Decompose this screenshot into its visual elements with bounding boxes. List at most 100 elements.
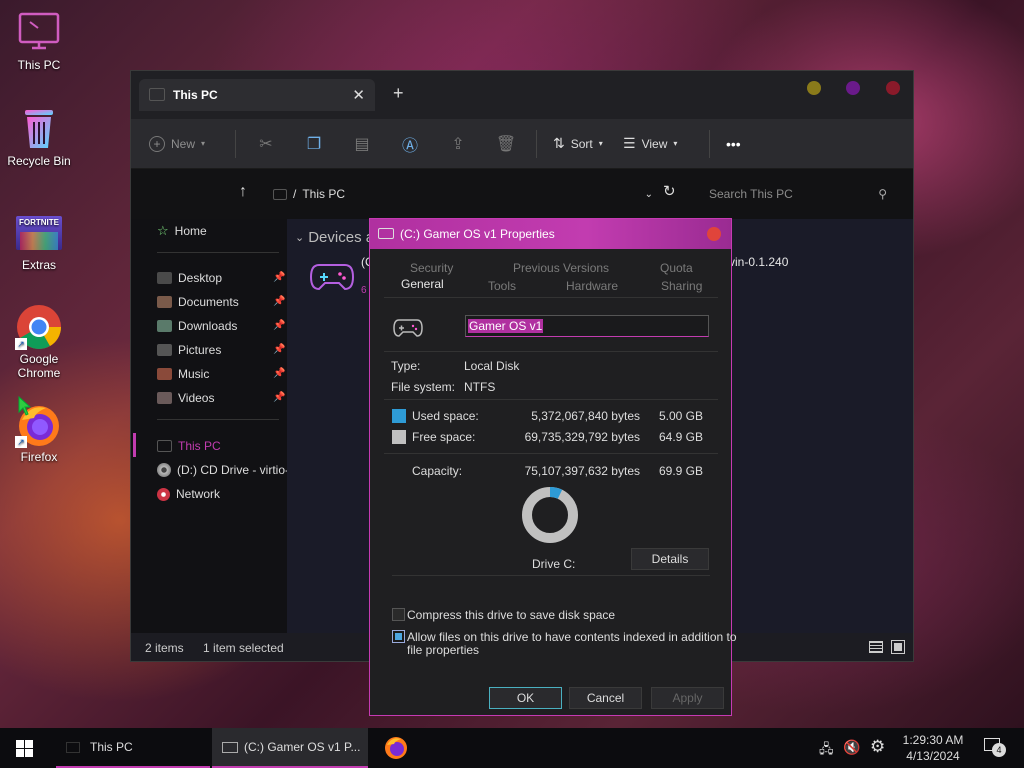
sidebar-item-network[interactable]: Network: [157, 487, 220, 501]
cancel-button[interactable]: Cancel: [569, 687, 642, 709]
ok-button[interactable]: OK: [489, 687, 562, 709]
taskbar-item-properties[interactable]: (C:) Gamer OS v1 P...: [212, 728, 368, 768]
apply-label: Apply: [672, 691, 703, 705]
pin-icon[interactable]: 📌: [273, 344, 285, 355]
sort-button[interactable]: ⇅ Sort ▾: [543, 135, 623, 152]
details-label: Details: [651, 552, 689, 566]
clock-time: 1:29:30 AM: [902, 733, 964, 747]
checkbox-checked-icon: [395, 633, 402, 640]
command-bar: + New ▾ ✂ ❐ ▤ Ⓐ ⇪ 🗑 ⇅ Sort ▾ ☰ View ▾ ••…: [131, 119, 913, 169]
details-view-icon[interactable]: [869, 641, 883, 653]
sidebar-item-videos[interactable]: Videos: [157, 391, 214, 405]
close-button[interactable]: [886, 81, 900, 95]
desktop-icon-firefox[interactable]: ↗ Firefox: [1, 402, 77, 464]
sidebar-item-cd-drive[interactable]: (D:) CD Drive - virtio-: [157, 463, 289, 477]
pictures-icon: [157, 344, 172, 356]
tab-hardware[interactable]: Hardware: [566, 279, 618, 293]
rename-icon[interactable]: Ⓐ: [386, 132, 434, 156]
apply-button[interactable]: Apply: [651, 687, 724, 709]
fortnite-folder-icon: FORTNITE: [16, 216, 62, 250]
new-tab-button[interactable]: +: [393, 83, 404, 104]
desktop-icon-label: Firefox: [20, 450, 58, 464]
sidebar-item-documents[interactable]: Documents: [157, 295, 239, 309]
taskbar-item-this-pc[interactable]: This PC: [56, 728, 210, 768]
minimize-button[interactable]: [807, 81, 821, 95]
close-tab-icon[interactable]: ✕: [352, 86, 365, 104]
sidebar-item-music[interactable]: Music: [157, 367, 209, 381]
sidebar-item-label: (D:) CD Drive - virtio-: [177, 463, 289, 477]
desktop-icon-chrome[interactable]: ↗ Google Chrome: [1, 304, 77, 380]
settings-gear-icon[interactable]: ⚙: [870, 737, 885, 757]
selection-indicator: [133, 433, 136, 457]
section-header[interactable]: ⌄ Devices a: [295, 229, 374, 246]
new-button[interactable]: + New ▾: [149, 135, 229, 152]
desktop-icon-extras[interactable]: FORTNITE Extras: [1, 210, 77, 272]
pc-icon: [273, 188, 287, 200]
notification-count-badge: 4: [992, 743, 1006, 757]
chevron-down-icon[interactable]: ⌄: [645, 189, 653, 200]
taskbar-item-label: This PC: [90, 740, 133, 754]
tiles-view-icon[interactable]: [891, 640, 905, 654]
pin-icon[interactable]: 📌: [273, 320, 285, 331]
start-button[interactable]: [16, 728, 33, 768]
drive-usage-partial: 6: [361, 285, 367, 296]
taskbar-item-firefox[interactable]: [384, 728, 408, 768]
sidebar-divider: [157, 419, 279, 420]
tab-this-pc[interactable]: This PC ✕: [139, 79, 375, 111]
volume-muted-icon[interactable]: 🔇: [843, 739, 860, 756]
tab-quota[interactable]: Quota: [660, 261, 693, 275]
drive-name-input[interactable]: Gamer OS v1: [465, 315, 709, 337]
ok-label: OK: [516, 691, 535, 705]
address-bar-row: ↑ / This PC ⌄ ↻ Search This PC ⚲: [131, 169, 913, 219]
sidebar-item-label: Network: [176, 487, 221, 501]
sidebar-item-this-pc[interactable]: This PC: [157, 439, 221, 453]
sidebar-item-desktop[interactable]: Desktop: [157, 271, 222, 285]
desktop-icon-this-pc[interactable]: This PC: [1, 10, 77, 72]
search-input[interactable]: Search This PC ⚲: [699, 179, 899, 209]
toolbar-divider: [709, 129, 710, 158]
drive-gamepad-icon: [393, 319, 423, 337]
delete-icon[interactable]: 🗑: [482, 134, 530, 154]
desktop-icon-recycle-bin[interactable]: Recycle Bin: [1, 106, 77, 168]
share-icon[interactable]: ⇪: [434, 134, 482, 154]
sidebar-item-label: Desktop: [178, 271, 223, 285]
recycle-bin-icon: [25, 110, 53, 148]
view-button[interactable]: ☰ View ▾: [623, 135, 703, 152]
sidebar-item-downloads[interactable]: Downloads: [157, 319, 237, 333]
cut-icon[interactable]: ✂: [242, 134, 290, 154]
notification-center-button[interactable]: 4: [984, 738, 1006, 757]
refresh-icon[interactable]: ↻: [663, 182, 676, 200]
network-status-icon[interactable]: 🖧: [819, 740, 834, 762]
more-options-button[interactable]: •••: [726, 136, 741, 152]
pin-icon[interactable]: 📌: [273, 392, 285, 403]
gamepad-drive-icon[interactable]: [309, 261, 355, 293]
close-button[interactable]: [707, 227, 721, 241]
section-divider: [392, 575, 710, 576]
compress-checkbox[interactable]: [392, 608, 405, 621]
sidebar-item-pictures[interactable]: Pictures: [157, 343, 221, 357]
drive-icon: [378, 228, 394, 239]
pin-icon[interactable]: 📌: [273, 368, 285, 379]
search-placeholder: Search This PC: [709, 187, 793, 201]
pc-icon: [66, 741, 80, 753]
pin-icon[interactable]: 📌: [273, 272, 285, 283]
paste-icon[interactable]: ▤: [338, 134, 386, 154]
capacity-gb: 69.9 GB: [658, 464, 703, 478]
used-space-bytes: 5,372,067,840 bytes: [531, 409, 640, 423]
clock[interactable]: 1:29:30 AM 4/13/2024: [896, 732, 970, 764]
maximize-button[interactable]: [846, 81, 860, 95]
new-label: New: [171, 136, 196, 151]
up-arrow-icon[interactable]: ↑: [239, 183, 247, 201]
tab-previous-versions[interactable]: Previous Versions: [513, 261, 609, 275]
pin-icon[interactable]: 📌: [273, 296, 285, 307]
details-button[interactable]: Details: [631, 548, 709, 570]
copy-icon[interactable]: ❐: [290, 134, 338, 154]
tab-sharing[interactable]: Sharing: [661, 279, 702, 293]
tab-general[interactable]: General: [401, 277, 444, 291]
sidebar-item-home[interactable]: ☆ Home: [157, 223, 207, 239]
tab-security[interactable]: Security: [410, 261, 453, 275]
tab-tools[interactable]: Tools: [488, 279, 516, 293]
address-bar[interactable]: / This PC ⌄: [273, 179, 653, 209]
section-title: Devices a: [308, 229, 375, 246]
sidebar-item-label: Videos: [178, 391, 215, 405]
